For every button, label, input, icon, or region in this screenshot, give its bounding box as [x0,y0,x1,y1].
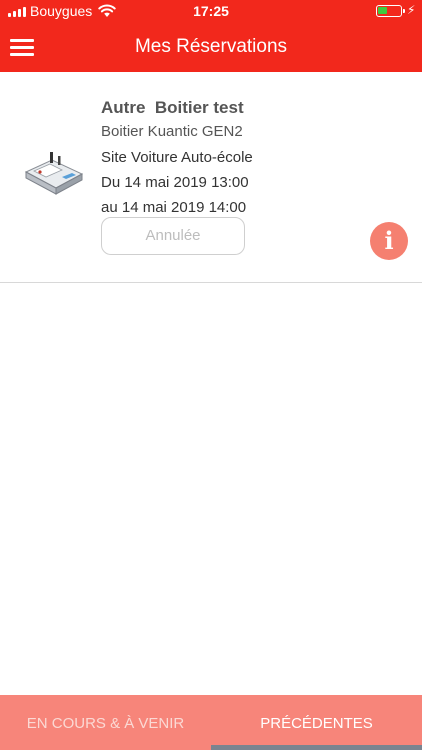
device-name: Boitier Kuantic GEN2 [101,123,243,140]
navigation-header: Mes Réservations [0,24,422,72]
start-date: Du 14 mai 2019 13:00 [101,174,249,191]
clock: 17:25 [193,3,229,19]
page-title: Mes Réservations [134,36,288,57]
status-bar: Bouygues 17:25 ⚡ [0,0,422,24]
end-date: au 14 mai 2019 14:00 [101,199,247,216]
active-tab-indicator [211,745,422,750]
battery-icon [376,5,405,17]
site-name: Site Voiture Auto-école [101,149,253,166]
reservation-card[interactable]: Autre Boitier test Boitier Kuantic GEN2 … [0,72,422,283]
info-icon[interactable]: i [370,222,408,260]
tab-upcoming[interactable]: EN COURS & À VENIR [0,695,211,750]
cancelled-status-button[interactable]: Annulée [101,217,245,255]
device-box-icon [24,152,84,195]
charging-bolt-icon: ⚡ [407,3,416,17]
tab-previous[interactable]: PRÉCÉDENTES [211,695,422,750]
app-top-bar: Bouygues 17:25 ⚡ Mes Réservations [0,0,422,72]
bottom-tab-bar: EN COURS & À VENIR PRÉCÉDENTES [0,695,422,750]
reservation-title: Autre Boitier test [101,98,244,117]
